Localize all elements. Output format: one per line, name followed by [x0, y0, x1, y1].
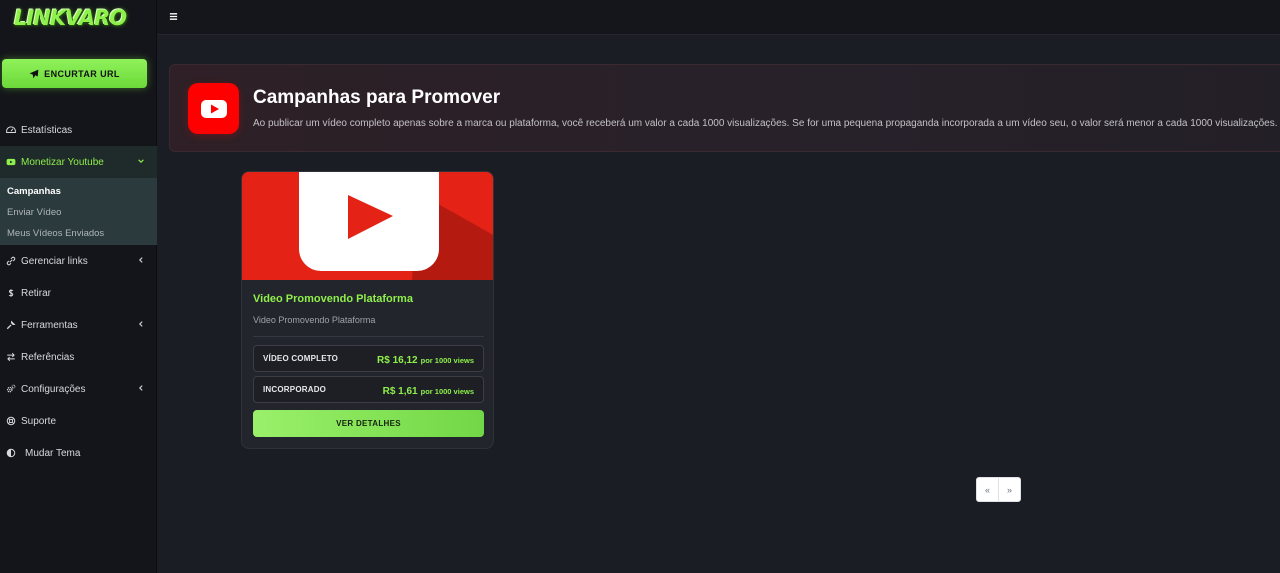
page-description: Ao publicar um vídeo completo apenas sob…: [253, 118, 1278, 129]
chevron-left-icon: [139, 385, 143, 391]
price-amount: R$ 1,61 por 1000 views: [383, 381, 474, 399]
campaign-card: Video Promovendo Plataforma Video Promov…: [241, 171, 494, 449]
sidebar-item-label: Suporte: [21, 415, 57, 427]
sidebar-item-label: Mudar Tema: [25, 447, 81, 459]
submenu-item-meus-videos[interactable]: Meus Vídeos Enviados: [0, 223, 157, 244]
pagination: « »: [976, 477, 1021, 502]
paper-plane-icon: [29, 69, 39, 78]
youtube-icon: [188, 83, 239, 134]
youtube-submenu: Campanhas Enviar Vídeo Meus Vídeos Envia…: [0, 178, 157, 245]
submenu-item-enviar-video[interactable]: Enviar Vídeo: [0, 202, 157, 223]
logo-text: LINKVARO: [14, 6, 127, 30]
sidebar-item-label: Gerenciar links: [21, 255, 88, 267]
sidebar-item-configuracoes[interactable]: Configurações: [0, 373, 157, 405]
youtube-logo-icon: [242, 172, 493, 280]
price-unit: por 1000 views: [420, 355, 474, 365]
sidebar-item-estatisticas[interactable]: Estatísticas: [0, 114, 157, 146]
price-label: INCORPORADO: [263, 385, 327, 394]
link-icon: [5, 256, 16, 267]
lifebuoy-icon: [5, 416, 16, 427]
contrast-icon: [5, 448, 16, 459]
sidebar-item-suporte[interactable]: Suporte: [0, 405, 157, 437]
pagination-next-button[interactable]: »: [998, 477, 1021, 502]
chevron-left-icon: [139, 321, 143, 327]
price-row-full-video: VÍDEO COMPLETO R$ 16,12 por 1000 views: [253, 345, 484, 372]
cogs-icon: [5, 384, 16, 395]
submenu-item-campanhas[interactable]: Campanhas: [0, 181, 157, 202]
shorten-url-button[interactable]: ENCURTAR URL: [2, 59, 147, 88]
chevron-down-icon: [138, 159, 144, 163]
sidebar-item-label: Referências: [21, 351, 75, 363]
sidebar-item-ferramentas[interactable]: Ferramentas: [0, 309, 157, 341]
sidebar-item-referencias[interactable]: Referências: [0, 341, 157, 373]
wrench-icon: [5, 320, 16, 331]
price-value: R$ 1,61: [382, 385, 418, 397]
page-title: Campanhas para Promover: [253, 87, 501, 108]
campaigns-banner: Campanhas para Promover Ao publicar um v…: [169, 64, 1280, 152]
price-value: R$ 16,12: [377, 354, 418, 366]
campaign-subtitle: Video Promovendo Plataforma: [253, 315, 376, 325]
sidebar-nav: Estatísticas Monetizar Youtube Campanhas…: [0, 114, 157, 469]
topbar: [157, 0, 1280, 35]
chevron-left-icon: [139, 257, 143, 263]
price-row-embedded: INCORPORADO R$ 1,61 por 1000 views: [253, 376, 484, 403]
divider: [253, 336, 484, 337]
exchange-icon: [5, 352, 16, 363]
sidebar: LINKVARO ENCURTAR URL Estatísticas Monet…: [0, 0, 157, 573]
sidebar-item-retirar[interactable]: Retirar: [0, 277, 157, 309]
dashboard-icon: [5, 125, 16, 136]
sidebar-item-gerenciar-links[interactable]: Gerenciar links: [0, 245, 157, 277]
dollar-icon: [5, 288, 16, 299]
sidebar-item-mudar-tema[interactable]: Mudar Tema: [0, 437, 157, 469]
sidebar-item-label: Ferramentas: [21, 319, 78, 331]
campaign-thumbnail: [242, 172, 493, 280]
view-details-button[interactable]: VER DETALHES: [253, 410, 484, 437]
sidebar-item-label: Monetizar Youtube: [21, 156, 104, 168]
shorten-url-label: ENCURTAR URL: [44, 68, 120, 79]
sidebar-item-label: Estatísticas: [21, 124, 73, 136]
hamburger-menu-icon[interactable]: [169, 12, 178, 21]
youtube-icon: [5, 157, 16, 168]
sidebar-item-label: Retirar: [21, 287, 52, 299]
campaign-title[interactable]: Video Promovendo Plataforma: [253, 293, 413, 305]
sidebar-item-monetizar-youtube[interactable]: Monetizar Youtube: [0, 146, 157, 178]
price-amount: R$ 16,12 por 1000 views: [377, 350, 474, 368]
sidebar-item-label: Configurações: [21, 383, 86, 395]
price-unit: por 1000 views: [420, 386, 474, 396]
price-label: VÍDEO COMPLETO: [263, 354, 339, 363]
logo[interactable]: LINKVARO: [14, 2, 134, 34]
pagination-prev-button[interactable]: «: [976, 477, 999, 502]
